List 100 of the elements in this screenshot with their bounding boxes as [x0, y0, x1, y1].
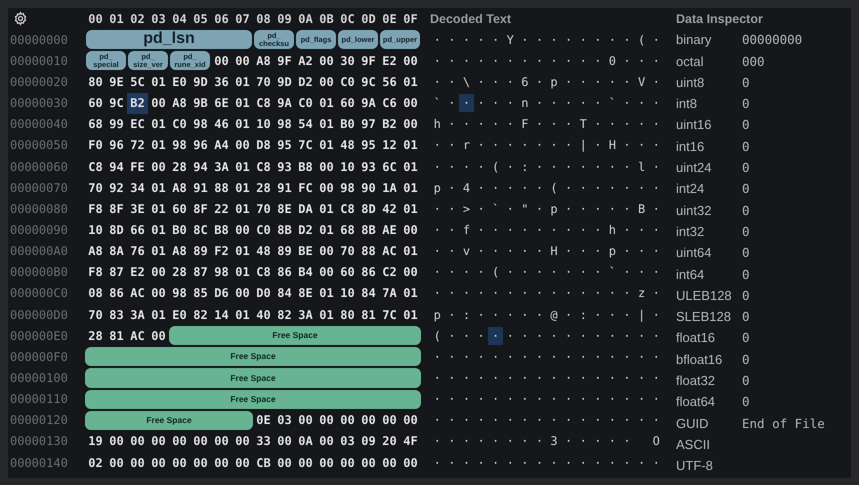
hex-byte[interactable]: D0	[253, 282, 274, 304]
hex-byte[interactable]: 00	[232, 430, 253, 452]
hex-byte[interactable]: 00	[358, 452, 379, 474]
hex-byte[interactable]: 09	[358, 430, 379, 452]
hex-byte[interactable]: 00	[400, 262, 421, 283]
hex-byte[interactable]: 87	[190, 262, 211, 283]
hex-byte[interactable]: 01	[400, 71, 421, 93]
hex-byte[interactable]: 01	[232, 71, 253, 93]
hex-byte[interactable]: 01	[232, 92, 253, 114]
hex-byte[interactable]: 01	[232, 304, 253, 326]
hex-byte[interactable]: F8	[85, 198, 106, 220]
hex-byte[interactable]: 3E	[127, 198, 148, 220]
hex-byte[interactable]: 76	[127, 240, 148, 262]
hex-byte[interactable]: 28	[253, 177, 274, 198]
hex-byte[interactable]: 88	[211, 177, 232, 198]
hex-byte[interactable]: 00	[316, 71, 337, 93]
hex-byte[interactable]: 01	[316, 92, 337, 114]
hex-byte[interactable]: 3A	[295, 304, 316, 326]
hex-byte[interactable]: 8E	[274, 198, 295, 220]
hex-byte[interactable]: 80	[337, 304, 358, 326]
hex-byte[interactable]: D6	[211, 282, 232, 304]
hex-byte[interactable]: 01	[232, 156, 253, 178]
hex-byte[interactable]: 01	[148, 177, 169, 198]
hex-byte[interactable]: 8E	[295, 282, 316, 304]
hex-byte[interactable]: 01	[148, 134, 169, 156]
hex-byte[interactable]: 86	[274, 262, 295, 283]
hex-byte[interactable]: 48	[253, 240, 274, 262]
hex-byte[interactable]: 00	[400, 50, 421, 72]
hex-byte[interactable]: 8D	[106, 219, 127, 241]
hex-byte[interactable]: 68	[85, 114, 106, 135]
hex-byte[interactable]: 85	[190, 282, 211, 304]
hex-byte[interactable]: 01	[148, 219, 169, 241]
hex-byte[interactable]: 3A	[211, 156, 232, 178]
hex-byte[interactable]: 86	[106, 282, 127, 304]
hex-byte[interactable]: 95	[274, 134, 295, 156]
hex-byte[interactable]: 00	[211, 50, 232, 72]
hex-byte[interactable]: FE	[127, 156, 148, 178]
hex-byte[interactable]: 14	[211, 304, 232, 326]
hex-byte[interactable]: 88	[358, 240, 379, 262]
hex-byte[interactable]: C0	[295, 92, 316, 114]
hex-byte[interactable]: D8	[253, 134, 274, 156]
hex-byte[interactable]: 5C	[127, 71, 148, 93]
hex-byte[interactable]: 00	[400, 452, 421, 474]
hex-byte[interactable]: 68	[337, 219, 358, 241]
hex-byte[interactable]: 00	[148, 262, 169, 283]
hex-byte[interactable]: 89	[274, 240, 295, 262]
hex-byte[interactable]: 8B	[358, 219, 379, 241]
hex-byte[interactable]: 9E	[106, 71, 127, 93]
hex-byte[interactable]: F8	[85, 262, 106, 283]
hex-byte[interactable]: 00	[127, 430, 148, 452]
hex-byte[interactable]: 70	[337, 240, 358, 262]
hex-byte[interactable]: 96	[106, 134, 127, 156]
free-space-region[interactable]: Free Space	[169, 326, 421, 346]
hex-byte[interactable]: 01	[232, 240, 253, 262]
hex-byte[interactable]: 81	[358, 304, 379, 326]
hex-byte[interactable]: 9B	[190, 92, 211, 114]
hex-byte[interactable]: 00	[316, 156, 337, 178]
hex-byte[interactable]: 1A	[379, 177, 400, 198]
hex-byte[interactable]: C8	[85, 156, 106, 178]
hex-byte[interactable]: 54	[295, 114, 316, 135]
hex-byte[interactable]: 01	[232, 177, 253, 198]
hex-byte[interactable]: E2	[127, 262, 148, 283]
hex-byte[interactable]: 01	[148, 114, 169, 135]
hex-byte[interactable]: 9A	[274, 92, 295, 114]
hex-byte[interactable]: 4F	[400, 430, 421, 452]
hex-byte[interactable]: 8A	[106, 240, 127, 262]
hex-byte[interactable]: 93	[274, 156, 295, 178]
hex-byte[interactable]: AC	[379, 240, 400, 262]
hex-byte[interactable]: 60	[337, 262, 358, 283]
hex-byte[interactable]: 01	[148, 240, 169, 262]
hex-byte[interactable]: A8	[169, 92, 190, 114]
hex-byte[interactable]: 30	[337, 50, 358, 72]
hex-byte[interactable]: B8	[211, 219, 232, 241]
hex-byte[interactable]: 00	[148, 452, 169, 474]
hex-byte[interactable]: 01	[232, 114, 253, 135]
hex-byte[interactable]: 33	[253, 430, 274, 452]
hex-byte[interactable]: 9D	[274, 71, 295, 93]
hex-byte[interactable]: 70	[85, 177, 106, 198]
hex-byte[interactable]: 00	[316, 177, 337, 198]
hex-byte[interactable]: 9F	[274, 50, 295, 72]
hex-byte[interactable]: 00	[211, 452, 232, 474]
hex-byte[interactable]: 00	[316, 430, 337, 452]
hex-byte[interactable]: 40	[253, 304, 274, 326]
hex-byte[interactable]: 00	[379, 410, 400, 431]
hex-byte[interactable]: A4	[211, 134, 232, 156]
hex-byte[interactable]: 48	[337, 134, 358, 156]
hex-byte[interactable]: 00	[148, 325, 169, 346]
hex-byte[interactable]: EC	[127, 114, 148, 135]
hex-byte[interactable]: 00	[148, 156, 169, 178]
hex-byte[interactable]: 01	[316, 114, 337, 135]
hex-byte[interactable]: C2	[379, 262, 400, 283]
hex-byte[interactable]: 99	[106, 114, 127, 135]
hex-byte[interactable]: 92	[106, 177, 127, 198]
hex-byte[interactable]: 91	[190, 177, 211, 198]
hex-byte[interactable]: 00	[232, 452, 253, 474]
hex-byte[interactable]: FC	[295, 177, 316, 198]
hex-byte[interactable]: E0	[169, 304, 190, 326]
hex-byte[interactable]: B0	[169, 219, 190, 241]
hex-byte[interactable]: 98	[337, 177, 358, 198]
hex-byte[interactable]: 00	[148, 282, 169, 304]
